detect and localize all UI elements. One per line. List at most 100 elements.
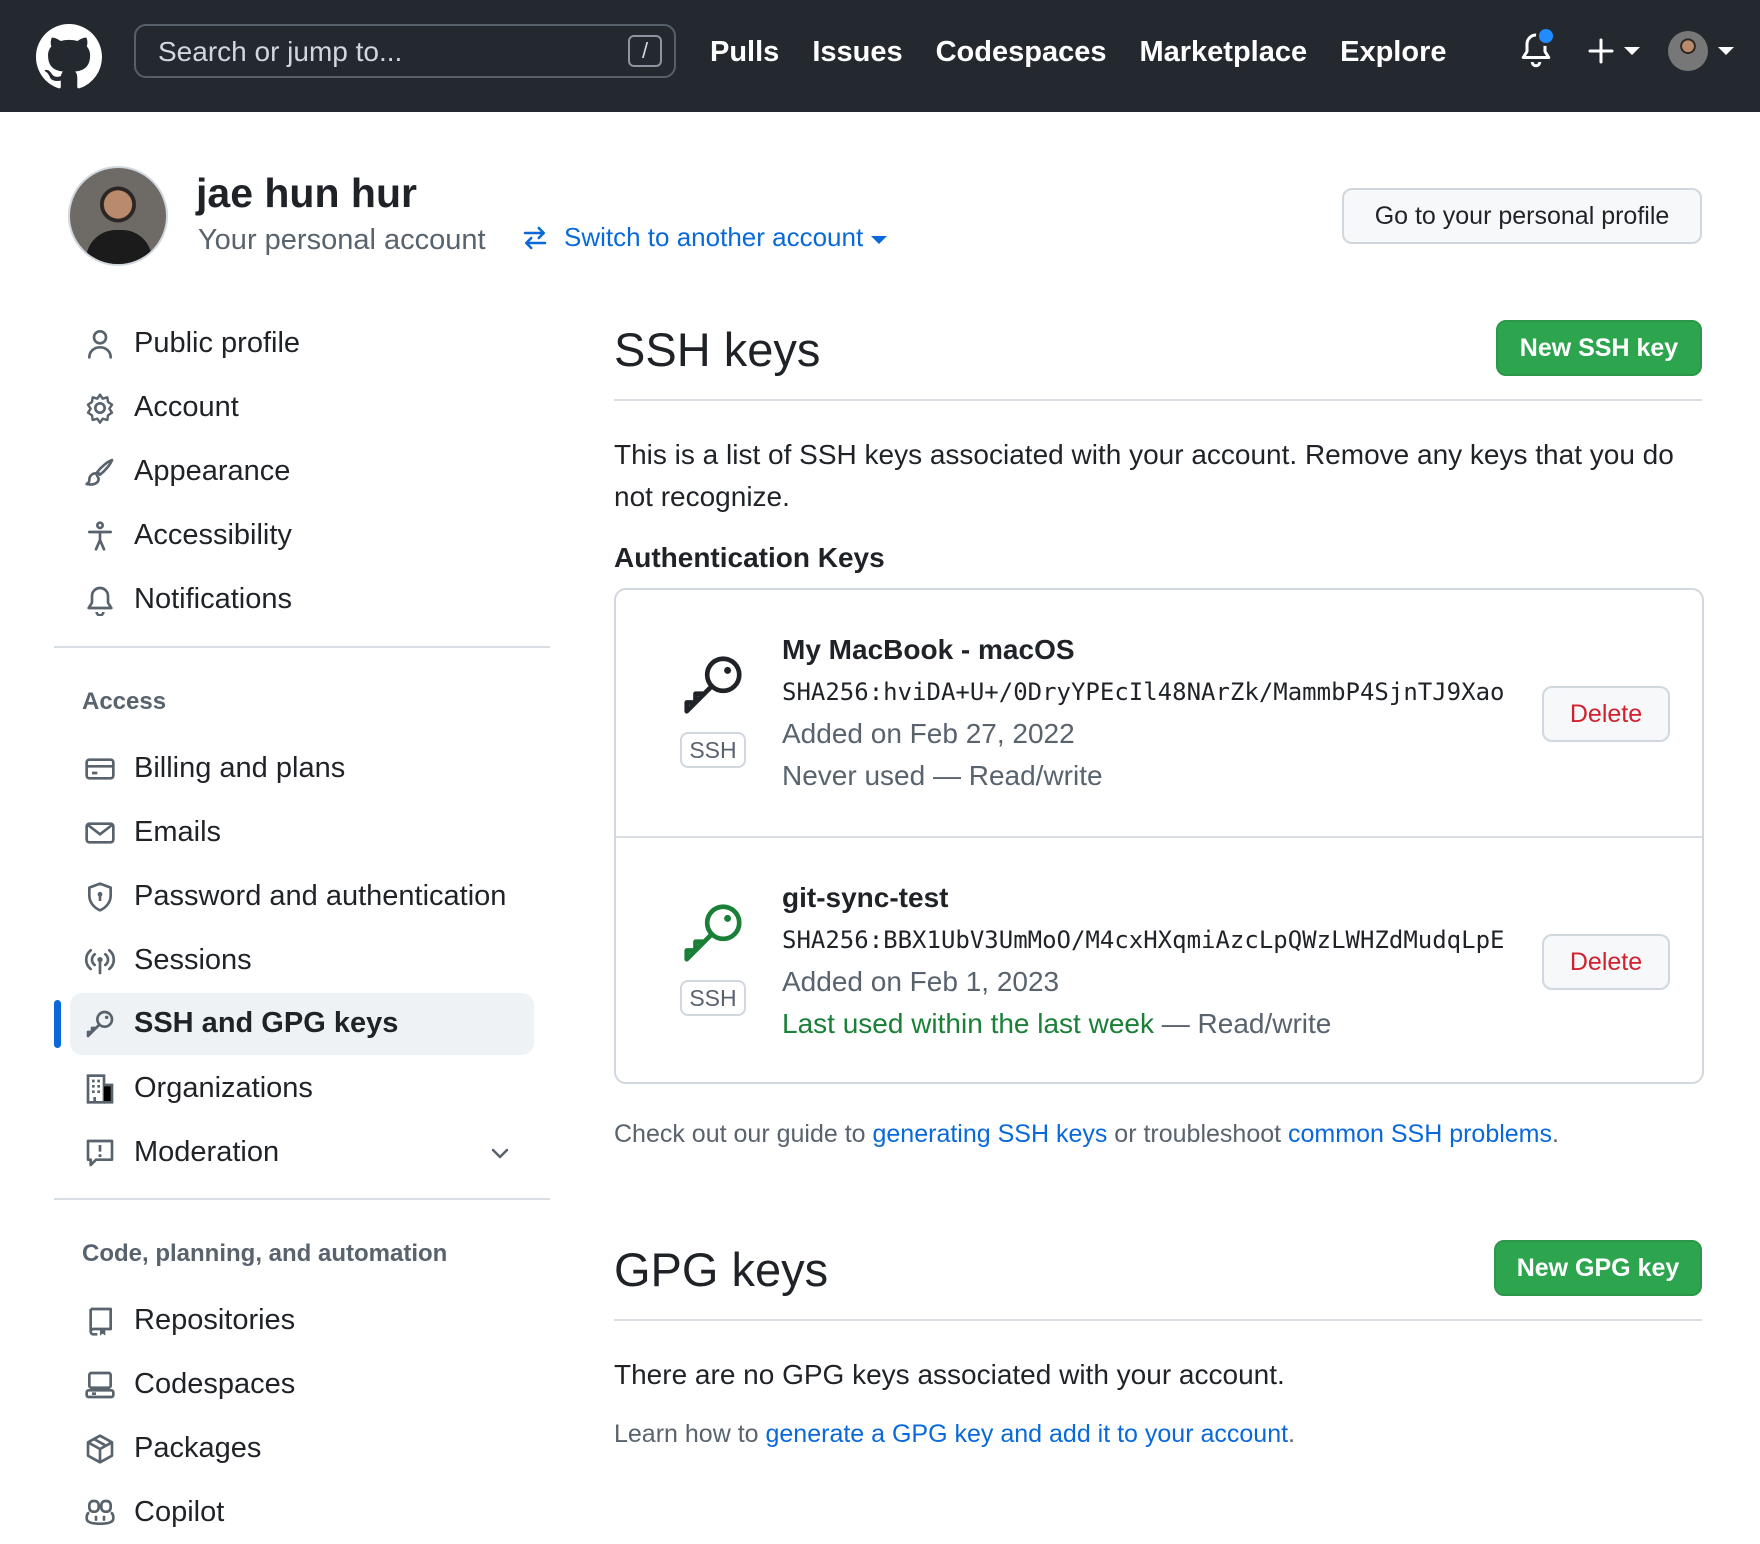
account-avatar: [68, 166, 168, 266]
ssh-key-name: git-sync-test: [782, 882, 949, 913]
github-logo-icon[interactable]: [36, 24, 102, 90]
nav-explore[interactable]: Explore: [1340, 36, 1446, 69]
user-menu[interactable]: [1668, 30, 1748, 72]
ssh-key-usage-status: Never used: [782, 760, 926, 791]
top-navigation-bar: / Pulls Issues Codespaces Marketplace Ex…: [0, 0, 1760, 112]
sidebar-item-label: Repositories: [134, 1304, 296, 1336]
search-shortcut-key: /: [628, 35, 662, 67]
ssh-keys-title: SSH keys: [614, 323, 821, 376]
new-gpg-key-button[interactable]: New GPG key: [1494, 1240, 1702, 1296]
sidebar-item-label: Copilot: [134, 1496, 225, 1528]
section-divider: [614, 1319, 1702, 1321]
ssh-key-list: SSH My MacBook - macOS SHA256:hviDA+U+/0…: [614, 588, 1704, 1084]
sidebar-item-packages[interactable]: Packages: [70, 1418, 534, 1480]
chevron-down-icon: [871, 235, 888, 244]
go-to-profile-button[interactable]: Go to your personal profile: [1342, 188, 1702, 244]
switch-account-button[interactable]: Switch to another account: [520, 222, 888, 253]
sidebar-item-label: Account: [134, 391, 239, 423]
sidebar-item-codespaces[interactable]: Codespaces: [70, 1354, 534, 1416]
delete-ssh-key-button[interactable]: Delete: [1542, 934, 1670, 990]
sidebar-item-billing[interactable]: Billing and plans: [70, 738, 534, 800]
sidebar-item-label: Sessions: [134, 944, 252, 976]
sidebar-item-organizations[interactable]: Organizations: [70, 1058, 534, 1120]
ssh-key-access-level: — Read/write: [925, 760, 1103, 791]
create-new-menu[interactable]: [1586, 32, 1642, 70]
key-icon: [684, 904, 742, 962]
sidebar-item-notifications[interactable]: Notifications: [70, 569, 534, 631]
key-icon: [684, 656, 742, 714]
key-icon: [86, 1010, 114, 1038]
generate-gpg-key-link[interactable]: generate a GPG key and add it to your ac…: [766, 1420, 1289, 1448]
sidebar-item-label: Packages: [134, 1432, 262, 1464]
generating-ssh-keys-link[interactable]: generating SSH keys: [873, 1120, 1108, 1148]
learn-suffix: .: [1288, 1420, 1295, 1448]
ssh-key-added-date: Added on Feb 1, 2023: [782, 966, 1060, 997]
ssh-guide-text: Check out our guide to generating SSH ke…: [614, 1120, 1559, 1149]
ssh-key-item: SSH git-sync-test SHA256:BBX1UbV3UmMoO/M…: [616, 838, 1702, 1084]
gpg-learn-text: Learn how to generate a GPG key and add …: [614, 1420, 1295, 1449]
section-divider: [614, 399, 1702, 401]
gear-icon: [86, 393, 114, 424]
sidebar-item-label: Emails: [134, 816, 222, 848]
copilot-icon: [85, 1499, 115, 1526]
ssh-key-access-level: — Read/write: [1153, 1008, 1332, 1039]
nav-pulls[interactable]: Pulls: [710, 36, 779, 69]
sidebar-item-label: Codespaces: [134, 1368, 296, 1400]
shield-lock-icon: [88, 882, 112, 912]
gpg-empty-text: There are no GPG keys associated with yo…: [614, 1359, 1285, 1390]
organization-icon: [86, 1074, 114, 1104]
sidebar-item-public-profile[interactable]: Public profile: [70, 313, 534, 375]
ssh-description: This is a list of SSH keys associated wi…: [614, 439, 1674, 512]
sidebar-item-copilot[interactable]: Copilot: [70, 1482, 534, 1544]
sidebar-item-ssh-gpg-keys[interactable]: SSH and GPG keys: [70, 993, 534, 1055]
person-icon: [88, 330, 112, 359]
credit-card-icon: [85, 758, 115, 780]
active-indicator: [54, 1000, 61, 1048]
chevron-down-icon[interactable]: [488, 1142, 512, 1166]
gpg-keys-title: GPG keys: [614, 1243, 829, 1296]
sidebar-item-label: Organizations: [134, 1072, 313, 1104]
sidebar-item-sessions[interactable]: Sessions: [70, 930, 534, 992]
sidebar-item-password-authentication[interactable]: Password and authentication: [70, 866, 534, 928]
guide-prefix: Check out our guide to: [614, 1120, 873, 1148]
ssh-badge: SSH: [680, 980, 746, 1016]
sidebar-item-moderation[interactable]: Moderation: [70, 1122, 534, 1184]
chevron-down-icon: [1624, 47, 1640, 55]
sidebar-item-label: Public profile: [134, 327, 301, 359]
ssh-key-fingerprint: SHA256:BBX1UbV3UmMoO/M4cxHXqmiAzcLpQWzLW…: [782, 926, 1505, 954]
package-icon: [86, 1434, 114, 1464]
nav-issues[interactable]: Issues: [812, 36, 902, 69]
sidebar-item-accessibility[interactable]: Accessibility: [70, 505, 534, 567]
sidebar-item-appearance[interactable]: Appearance: [70, 441, 534, 503]
sidebar-item-label: Accessibility: [134, 519, 292, 551]
search-box[interactable]: /: [134, 24, 676, 78]
sidebar-item-repositories[interactable]: Repositories: [70, 1290, 534, 1352]
delete-ssh-key-button[interactable]: Delete: [1542, 686, 1670, 742]
common-ssh-problems-link[interactable]: common SSH problems: [1288, 1120, 1552, 1148]
sidebar-item-label: Password and authentication: [134, 880, 507, 912]
sidebar-section-access: Access: [82, 688, 167, 715]
ssh-key-usage-status: Last used within the last week: [782, 1008, 1154, 1039]
bell-icon: [87, 586, 113, 616]
ssh-key-added-date: Added on Feb 27, 2022: [782, 718, 1075, 749]
notification-indicator: [1536, 26, 1556, 46]
ssh-badge: SSH: [680, 732, 746, 768]
sidebar-item-emails[interactable]: Emails: [70, 802, 534, 864]
sidebar-divider: [54, 646, 550, 648]
authentication-keys-heading: Authentication Keys: [614, 542, 885, 573]
nav-codespaces[interactable]: Codespaces: [936, 36, 1107, 69]
switch-account-label: Switch to another account: [564, 222, 864, 252]
new-ssh-key-button[interactable]: New SSH key: [1496, 320, 1702, 376]
sidebar-section-code-planning: Code, planning, and automation: [82, 1240, 448, 1267]
global-nav: Pulls Issues Codespaces Marketplace Expl…: [710, 0, 1480, 104]
sidebar-item-account[interactable]: Account: [70, 377, 534, 439]
guide-middle: or troubleshoot: [1107, 1120, 1289, 1148]
paintbrush-icon: [85, 458, 114, 486]
codespaces-icon: [85, 1371, 115, 1399]
nav-marketplace[interactable]: Marketplace: [1139, 36, 1307, 69]
search-input[interactable]: [156, 34, 600, 70]
guide-suffix: .: [1552, 1120, 1559, 1148]
sidebar-item-label: Appearance: [134, 455, 291, 487]
chevron-down-icon: [1718, 47, 1734, 55]
avatar: [1668, 31, 1708, 71]
